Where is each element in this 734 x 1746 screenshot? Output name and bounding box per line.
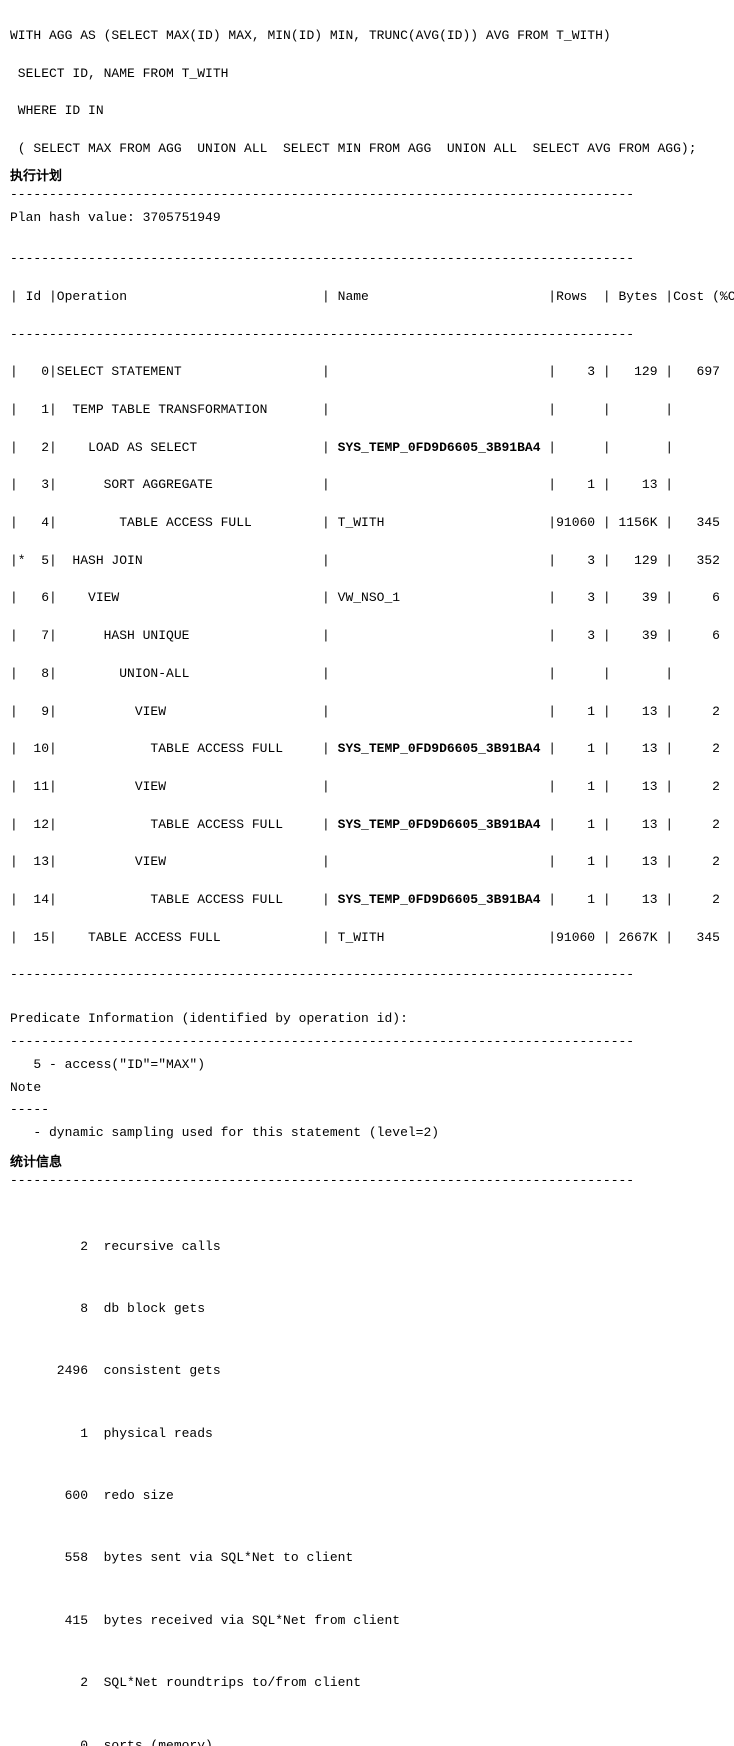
stats-divider: ----------------------------------------… bbox=[10, 1172, 724, 1191]
stats-block: 2 recursive calls 8 db block gets 2496 c… bbox=[10, 1195, 724, 1746]
stats-row: 415 bytes received via SQL*Net from clie… bbox=[10, 1611, 724, 1632]
stats-row: 1 physical reads bbox=[10, 1424, 724, 1445]
top-divider: ----------------------------------------… bbox=[10, 186, 724, 205]
plan-hash: Plan hash value: 3705751949 bbox=[10, 209, 724, 228]
note-content: - dynamic sampling used for this stateme… bbox=[10, 1124, 724, 1143]
predicate-content: 5 - access("ID"="MAX") bbox=[10, 1056, 724, 1075]
table-row: | 3| SORT AGGREGATE | | 1 | 13 | | bbox=[10, 476, 724, 495]
execution-plan-title: 执行计划 bbox=[10, 165, 724, 184]
table-row: | 9| VIEW | | 1 | 13 | 2 (0)| bbox=[10, 703, 724, 722]
stats-row: 2 recursive calls bbox=[10, 1237, 724, 1258]
predicate-divider: ----------------------------------------… bbox=[10, 1033, 724, 1052]
table-row: | 13| VIEW | | 1 | 13 | 2 (0)| bbox=[10, 853, 724, 872]
table-row: | 10| TABLE ACCESS FULL | SYS_TEMP_0FD9D… bbox=[10, 740, 724, 759]
table-row: | 0|SELECT STATEMENT | | 3 | 129 | 697 (… bbox=[10, 363, 724, 382]
table-row: | 11| VIEW | | 1 | 13 | 2 (0)| bbox=[10, 778, 724, 797]
stats-row: 2 SQL*Net roundtrips to/from client bbox=[10, 1673, 724, 1694]
plan-table: ----------------------------------------… bbox=[10, 231, 724, 1004]
table-row: | 15| TABLE ACCESS FULL | T_WITH |91060 … bbox=[10, 929, 724, 948]
sql-line4: ( SELECT MAX FROM AGG UNION ALL SELECT M… bbox=[10, 141, 697, 156]
sql-line1: WITH AGG AS (SELECT MAX(ID) MAX, MIN(ID)… bbox=[10, 28, 611, 43]
table-row: | 1| TEMP TABLE TRANSFORMATION | | | | | bbox=[10, 401, 724, 420]
predicate-title: Predicate Information (identified by ope… bbox=[10, 1010, 724, 1029]
table-row: | 2| LOAD AS SELECT | SYS_TEMP_0FD9D6605… bbox=[10, 439, 724, 458]
note-divider: ----- bbox=[10, 1101, 724, 1120]
stats-row: 558 bytes sent via SQL*Net to client bbox=[10, 1548, 724, 1569]
sql-query: WITH AGG AS (SELECT MAX(ID) MAX, MIN(ID)… bbox=[10, 8, 724, 159]
sql-line2: SELECT ID, NAME FROM T_WITH bbox=[10, 66, 228, 81]
table-row: | 8| UNION-ALL | | | | | bbox=[10, 665, 724, 684]
table-row: | 4| TABLE ACCESS FULL | T_WITH |91060 |… bbox=[10, 514, 724, 533]
stats-title: 统计信息 bbox=[10, 1151, 724, 1170]
table-row: | 14| TABLE ACCESS FULL | SYS_TEMP_0FD9D… bbox=[10, 891, 724, 910]
table-row: | 7| HASH UNIQUE | | 3 | 39 | 6 (67)| bbox=[10, 627, 724, 646]
table-divider-bottom: ----------------------------------------… bbox=[10, 966, 724, 985]
stats-row: 600 redo size bbox=[10, 1486, 724, 1507]
stats-row: 8 db block gets bbox=[10, 1299, 724, 1320]
stats-row: 0 sorts (memory) bbox=[10, 1736, 724, 1746]
table-divider-header: ----------------------------------------… bbox=[10, 326, 724, 345]
sql-line3: WHERE ID IN bbox=[10, 103, 104, 118]
table-divider-top: ----------------------------------------… bbox=[10, 250, 724, 269]
table-row: | 6| VIEW | VW_NSO_1 | 3 | 39 | 6 (0)| bbox=[10, 589, 724, 608]
table-header: | Id |Operation | Name |Rows | Bytes |Co… bbox=[10, 288, 724, 307]
table-row: | 12| TABLE ACCESS FULL | SYS_TEMP_0FD9D… bbox=[10, 816, 724, 835]
note-title: Note bbox=[10, 1079, 724, 1098]
table-row: |* 5| HASH JOIN | | 3 | 129 | 352 (1)| bbox=[10, 552, 724, 571]
stats-row: 2496 consistent gets bbox=[10, 1361, 724, 1382]
